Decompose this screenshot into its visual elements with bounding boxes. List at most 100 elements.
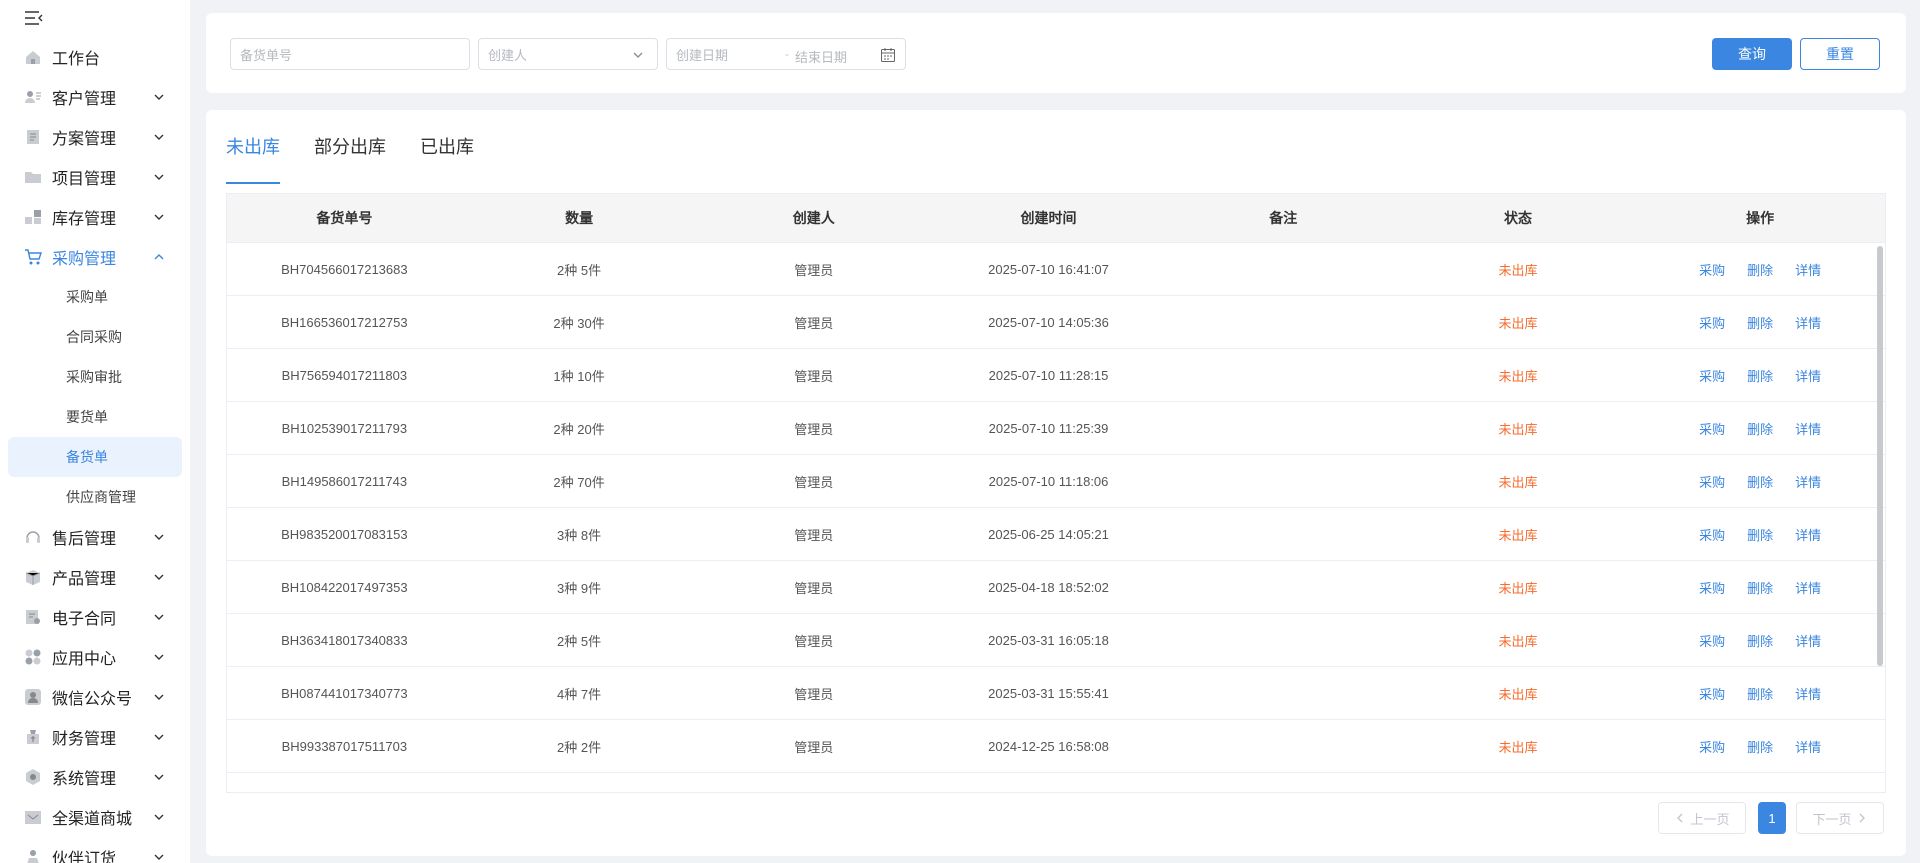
detail-link[interactable]: 详情	[1795, 578, 1821, 597]
sidebar-item-label: 财务管理	[52, 731, 117, 748]
cell-remark	[1166, 402, 1401, 454]
detail-link[interactable]: 详情	[1795, 737, 1821, 756]
detail-link[interactable]: 详情	[1795, 684, 1821, 703]
detail-link[interactable]: 详情	[1795, 366, 1821, 385]
chevron-down-icon	[152, 130, 166, 144]
date-separator: -	[785, 47, 789, 61]
cell-quantity: 3种 9件	[557, 580, 602, 596]
sidebar-subitem-5[interactable]: 供应商管理	[0, 477, 190, 517]
cell-status: 未出库	[1498, 421, 1538, 437]
tab-partial-shipped[interactable]: 部分出库	[314, 130, 386, 184]
date-range-picker[interactable]: 创建日期 - 结束日期	[666, 38, 906, 70]
sidebar-subitem-1[interactable]: 合同采购	[0, 317, 190, 357]
sidebar-item-6[interactable]: 售后管理	[0, 517, 190, 557]
purchase-link[interactable]: 采购	[1699, 631, 1725, 650]
purchase-link[interactable]: 采购	[1699, 366, 1725, 385]
sidebar-item-2[interactable]: 方案管理	[0, 117, 190, 157]
purchase-link[interactable]: 采购	[1699, 525, 1725, 544]
detail-link[interactable]: 详情	[1795, 631, 1821, 650]
detail-link[interactable]: 详情	[1795, 313, 1821, 332]
delete-link[interactable]: 删除	[1747, 631, 1773, 650]
delete-link[interactable]: 删除	[1747, 419, 1773, 438]
sidebar-item-5[interactable]: 采购管理	[0, 237, 190, 277]
sidebar-item-11[interactable]: 财务管理	[0, 717, 190, 757]
sidebar-item-14[interactable]: 伙伴订货	[0, 837, 190, 863]
delete-link[interactable]: 删除	[1747, 472, 1773, 491]
tab-not-shipped[interactable]: 未出库	[226, 130, 280, 184]
inventory-icon	[24, 208, 42, 226]
sidebar-item-12[interactable]: 系统管理	[0, 757, 190, 797]
cell-status: 未出库	[1498, 633, 1538, 649]
order-no-input[interactable]: 备货单号	[230, 38, 470, 70]
cell-quantity: 2种 5件	[557, 262, 602, 278]
sidebar-item-label: 方案管理	[52, 131, 117, 148]
purchase-link[interactable]: 采购	[1699, 419, 1725, 438]
cell-actions: 采购 删除 详情	[1635, 561, 1885, 613]
delete-link[interactable]: 删除	[1747, 366, 1773, 385]
cell-creator: 管理员	[794, 421, 834, 437]
tab-shipped[interactable]: 已出库	[420, 130, 474, 184]
delete-link[interactable]: 删除	[1747, 260, 1773, 279]
sidebar-item-8[interactable]: 电子合同	[0, 597, 190, 637]
query-button[interactable]: 查询	[1712, 38, 1792, 70]
sidebar-subitem-4[interactable]: 备货单	[8, 437, 182, 477]
order-no-placeholder: 备货单号	[240, 47, 293, 63]
sidebar-item-7[interactable]: 产品管理	[0, 557, 190, 597]
creator-select[interactable]: 创建人	[478, 38, 658, 70]
sidebar-item-3[interactable]: 项目管理	[0, 157, 190, 197]
mall-icon	[24, 808, 42, 826]
page-number-current[interactable]: 1	[1758, 802, 1786, 834]
delete-link[interactable]: 删除	[1747, 313, 1773, 332]
calendar-icon	[880, 47, 896, 63]
cell-quantity: 2种 20件	[553, 421, 605, 437]
sidebar-subitem-3[interactable]: 要货单	[0, 397, 190, 437]
main-panel: 未出库 部分出库 已出库 备货单号 数量 创建人 创建时间 备注 状态 操作 B…	[206, 110, 1906, 856]
sidebar-item-0[interactable]: 工作台	[0, 37, 190, 77]
search-panel: 备货单号 创建人 创建日期 - 结束日期 查询 重置	[206, 13, 1906, 93]
cell-status: 未出库	[1498, 527, 1538, 543]
cell-creator: 管理员	[794, 527, 834, 543]
detail-link[interactable]: 详情	[1795, 419, 1821, 438]
purchase-link[interactable]: 采购	[1699, 260, 1725, 279]
delete-link[interactable]: 删除	[1747, 525, 1773, 544]
sidebar-subitem-2[interactable]: 采购审批	[0, 357, 190, 397]
next-page-button[interactable]: 下一页	[1796, 802, 1884, 834]
sidebar-item-4[interactable]: 库存管理	[0, 197, 190, 237]
cell-actions: 采购 删除 详情	[1635, 667, 1885, 719]
menu-collapse-icon[interactable]	[24, 9, 44, 27]
chevron-down-icon	[152, 530, 166, 544]
reset-button[interactable]: 重置	[1800, 38, 1880, 70]
cell-quantity: 3种 8件	[557, 527, 602, 543]
cell-actions: 采购 删除 详情	[1635, 508, 1885, 560]
table-scrollbar[interactable]	[1877, 246, 1883, 666]
purchase-link[interactable]: 采购	[1699, 578, 1725, 597]
delete-link[interactable]: 删除	[1747, 737, 1773, 756]
purchase-link[interactable]: 采购	[1699, 472, 1725, 491]
cell-creator: 管理员	[794, 633, 834, 649]
wechat-icon	[24, 688, 42, 706]
sidebar-item-9[interactable]: 应用中心	[0, 637, 190, 677]
cell-remark	[1166, 243, 1401, 295]
purchase-link[interactable]: 采购	[1699, 313, 1725, 332]
delete-link[interactable]: 删除	[1747, 578, 1773, 597]
delete-link[interactable]: 删除	[1747, 684, 1773, 703]
cell-quantity: 2种 5件	[557, 633, 602, 649]
prev-page-button[interactable]: 上一页	[1658, 802, 1746, 834]
sidebar-subitem-0[interactable]: 采购单	[0, 277, 190, 317]
detail-link[interactable]: 详情	[1795, 472, 1821, 491]
settings-icon	[24, 768, 42, 786]
purchase-link[interactable]: 采购	[1699, 684, 1725, 703]
detail-link[interactable]: 详情	[1795, 525, 1821, 544]
sidebar: 工作台 客户管理方案管理项目管理 库存管理 采购管理 采购单 合同采购 采购审批 要货单 备货单…	[0, 0, 190, 863]
finance-icon	[24, 728, 42, 746]
purchase-link[interactable]: 采购	[1699, 737, 1725, 756]
sidebar-item-10[interactable]: 微信公众号	[0, 677, 190, 717]
chevron-down-icon	[152, 730, 166, 744]
detail-link[interactable]: 详情	[1795, 260, 1821, 279]
cell-created-time: 2025-06-25 14:05:21	[988, 526, 1109, 542]
home-icon	[24, 48, 42, 66]
sidebar-item-13[interactable]: 全渠道商城	[0, 797, 190, 837]
headset-icon	[24, 528, 42, 546]
sidebar-item-1[interactable]: 客户管理	[0, 77, 190, 117]
cell-order-no: BH704566017213683	[281, 261, 408, 277]
